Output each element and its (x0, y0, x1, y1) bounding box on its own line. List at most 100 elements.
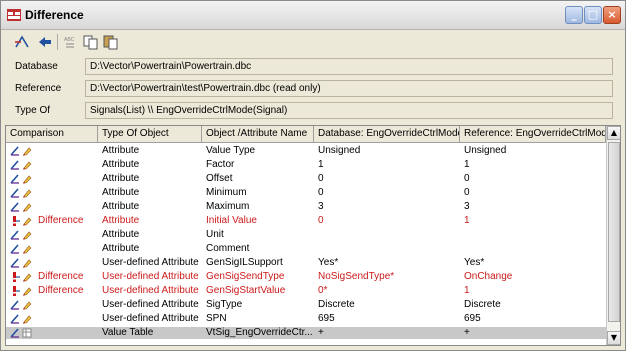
cell-comparison (34, 173, 98, 185)
compare-icon[interactable] (13, 34, 31, 50)
abc-sort-icon[interactable]: ABC (63, 34, 77, 50)
cell-comparison: Difference (38, 215, 84, 226)
edit-icon (23, 189, 32, 198)
cell-name: GenSigStartValue (206, 285, 286, 296)
table-row[interactable]: Value Table VtSig_EngOverrideCtr... + + (6, 327, 606, 339)
close-button[interactable]: × (603, 6, 621, 24)
cell-type: Attribute (102, 229, 140, 240)
maximize-button[interactable]: □ (584, 6, 602, 24)
toolbar: ABC (5, 32, 621, 54)
cell-comparison (34, 313, 98, 325)
cell-db: + (318, 327, 324, 338)
equal-icon (10, 230, 19, 240)
cell-comparison (34, 243, 98, 255)
cell-type: Attribute (102, 173, 140, 184)
cell-comparison (34, 145, 98, 157)
cell-ref: 0 (464, 173, 470, 184)
column-header-type[interactable]: Type Of Object (98, 126, 202, 142)
scroll-down-icon[interactable]: ▼ (607, 331, 620, 345)
equal-icon (10, 258, 19, 268)
scroll-up-icon[interactable]: ▲ (607, 126, 620, 140)
equal-icon (10, 328, 19, 338)
cell-db: 3 (318, 201, 324, 212)
back-arrow-icon[interactable] (37, 34, 53, 50)
cell-ref: Yes* (464, 257, 485, 268)
equal-icon (10, 160, 19, 170)
cell-ref: 1 (464, 285, 470, 296)
cell-name: GenSigSendType (206, 271, 285, 282)
cell-type: Attribute (102, 159, 140, 170)
cell-name: VtSig_EngOverrideCtr... (206, 327, 313, 338)
table-row[interactable]: Attribute Comment (6, 243, 606, 255)
difference-icon (13, 216, 20, 226)
cell-ref: 3 (464, 201, 470, 212)
table-row[interactable]: Attribute Unit (6, 229, 606, 241)
column-header-database[interactable]: Database: EngOverrideCtrlMode (314, 126, 460, 142)
column-header-name[interactable]: Object /Attribute Name (202, 126, 314, 142)
table-row[interactable]: User-defined Attribute SigType Discrete Dis… (6, 299, 606, 311)
table-row[interactable]: Attribute Minimum 0 0 (6, 187, 606, 199)
database-field: D:\Vector\Powertrain\Powertrain.dbc (85, 58, 613, 75)
table-row[interactable]: Attribute Maximum 3 3 (6, 201, 606, 213)
table-row[interactable]: User-defined Attribute SPN 695 695 (6, 313, 606, 325)
cell-comparison (34, 201, 98, 213)
table-row[interactable]: User-defined Attribute GenSigILSupport Yes… (6, 257, 606, 269)
title-bar[interactable]: Difference _ □ × (1, 1, 625, 30)
cell-comparison (34, 187, 98, 199)
cell-name: Maximum (206, 201, 250, 212)
cell-ref (460, 229, 606, 241)
cell-comparison (34, 159, 98, 171)
table-row[interactable]: Attribute Factor 1 1 (6, 159, 606, 171)
equal-icon (10, 188, 19, 198)
table-row[interactable]: Difference Attribute Initial Value 0 1 (6, 215, 606, 227)
edit-icon (23, 301, 32, 310)
cell-type: Attribute (102, 187, 140, 198)
table-row[interactable]: Difference User-defined Attribute GenSigSt… (6, 285, 606, 297)
paste-icon[interactable] (103, 34, 119, 50)
maximize-icon: □ (587, 8, 599, 21)
cell-comparison: Difference (38, 285, 84, 296)
reference-label: Reference (15, 83, 62, 94)
edit-icon (23, 203, 32, 212)
copy-icon[interactable] (83, 34, 99, 50)
cell-db: Discrete (318, 299, 355, 310)
edit-icon (23, 245, 32, 254)
cell-name: Factor (206, 159, 235, 170)
cell-type: User-defined Attribute (102, 299, 199, 310)
cell-type: Value Table (102, 327, 154, 338)
cell-ref: 1 (464, 215, 470, 226)
cell-name: GenSigILSupport (206, 257, 283, 268)
scroll-thumb[interactable] (608, 142, 620, 322)
cell-name: SigType (206, 299, 243, 310)
cell-ref: Discrete (464, 299, 501, 310)
cell-ref: 1 (464, 159, 470, 170)
cell-name: SPN (206, 313, 227, 324)
cell-db: 0 (318, 173, 324, 184)
column-header-reference[interactable]: Reference: EngOverrideCtrlMode (460, 126, 606, 142)
table-icon (22, 328, 32, 338)
cell-comparison (34, 299, 98, 311)
cell-comparison (34, 229, 98, 241)
cell-db: 0 (318, 187, 324, 198)
close-icon: × (607, 8, 617, 21)
cell-ref: 0 (464, 187, 470, 198)
edit-icon (23, 161, 32, 170)
cell-type: User-defined Attribute (102, 313, 199, 324)
difference-table[interactable]: Comparison Type Of Object Object /Attrib… (5, 125, 621, 346)
edit-icon (23, 175, 32, 184)
cell-ref (460, 243, 606, 255)
cell-name: Minimum (206, 187, 247, 198)
minimize-icon: _ (571, 8, 577, 21)
table-row[interactable]: Attribute Offset 0 0 (6, 173, 606, 185)
column-header-comparison[interactable]: Comparison (6, 126, 98, 142)
minimize-button[interactable]: _ (565, 6, 583, 24)
vertical-scrollbar[interactable]: ▲ ▼ (606, 126, 620, 345)
equal-icon (10, 314, 19, 324)
table-row[interactable]: Attribute Value Type Unsigned Unsigned (6, 145, 606, 157)
cell-comparison: Difference (38, 271, 84, 282)
edit-icon (23, 231, 32, 240)
table-row[interactable]: Difference User-defined Attribute GenSigSe… (6, 271, 606, 283)
table-header: Comparison Type Of Object Object /Attrib… (6, 126, 606, 143)
edit-icon (23, 147, 32, 156)
difference-window: Difference _ □ × ABC Database D:\Vector\… (0, 0, 626, 351)
